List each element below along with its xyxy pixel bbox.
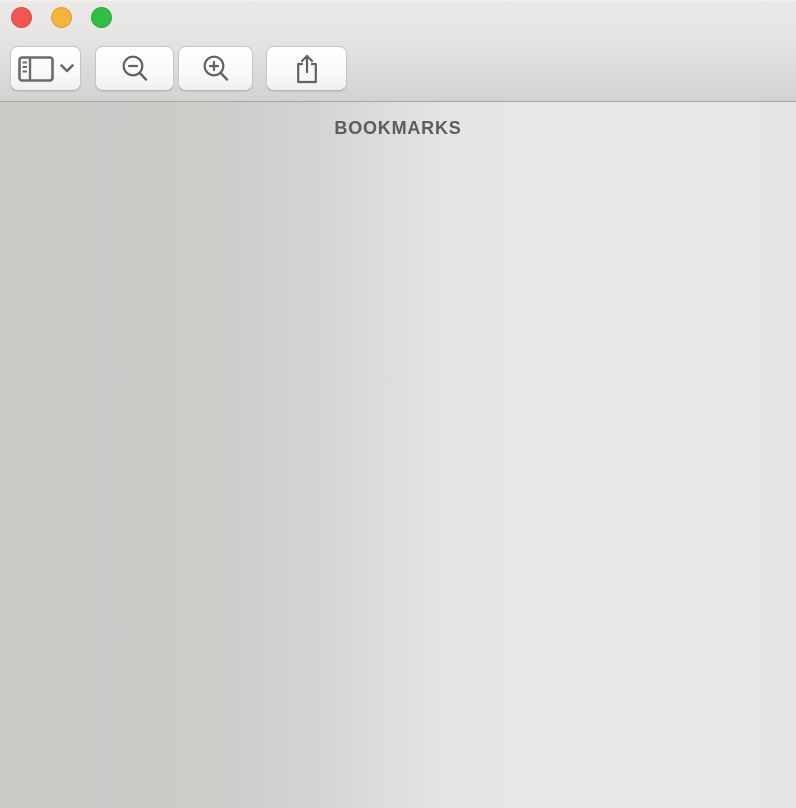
view-menu-button[interactable] [10, 46, 81, 91]
content-area: BOOKMARKS [0, 102, 796, 808]
toolbar [0, 0, 796, 101]
sidebar-panel-icon [17, 55, 54, 82]
chevron-down-icon [59, 64, 74, 73]
share-icon [296, 54, 317, 83]
zoom-in-button[interactable] [178, 46, 253, 91]
preview-window: BOOKMARKS [0, 0, 796, 808]
zoom-out-button[interactable] [95, 46, 174, 91]
window-chrome [0, 0, 796, 102]
share-button[interactable] [266, 46, 347, 91]
magnifier-minus-icon [122, 55, 147, 81]
bookmarks-header: BOOKMARKS [334, 118, 462, 138]
magnifier-plus-icon [203, 55, 228, 81]
